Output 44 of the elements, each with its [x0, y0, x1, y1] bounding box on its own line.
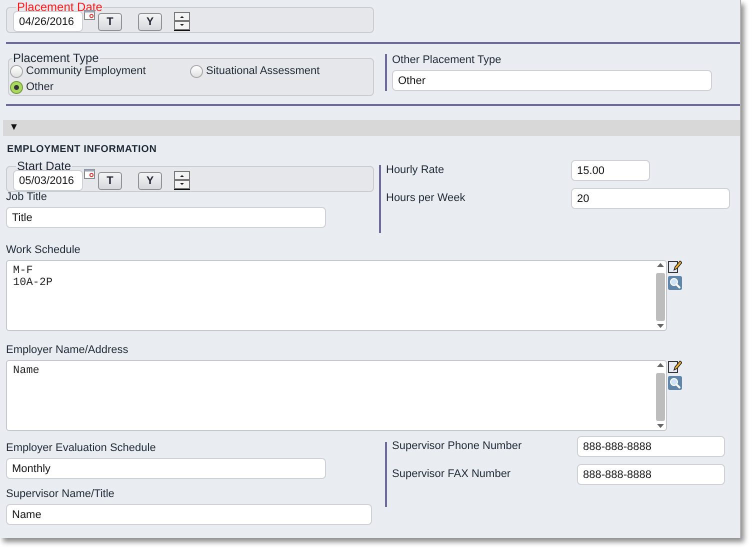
input-field[interactable]: 04/26/2016: [13, 11, 83, 32]
input-field[interactable]: Other: [392, 70, 712, 91]
field-label: Work Schedule: [6, 244, 82, 257]
field-label: Employer Evaluation Schedule: [6, 442, 157, 455]
field-label: Hourly Rate: [386, 164, 446, 177]
field-label: Supervisor Name/Title: [6, 488, 116, 501]
edit-icon[interactable]: [668, 360, 682, 373]
section-title: EMPLOYMENT INFORMATION: [7, 144, 158, 156]
input-field[interactable]: 15.00: [571, 160, 650, 181]
radio-option[interactable]: Other: [10, 79, 190, 95]
input-field[interactable]: 888-888-8888: [577, 436, 725, 457]
date-shortcut-button[interactable]: T: [98, 13, 122, 31]
date-shortcut-button[interactable]: Y: [138, 172, 162, 190]
field-label: Supervisor Phone Number: [392, 440, 523, 453]
edit-icon[interactable]: [668, 260, 682, 273]
date-shortcut-button[interactable]: T: [98, 172, 122, 190]
calendar-icon: [84, 10, 95, 20]
text-area[interactable]: Name: [6, 360, 667, 431]
input-field[interactable]: Name: [6, 504, 372, 525]
scrollbar[interactable]: [655, 261, 666, 330]
search-icon[interactable]: [668, 276, 682, 290]
field-label: Other Placement Type: [392, 54, 502, 67]
collapse-toggle[interactable]: ▼: [9, 123, 19, 133]
text-area[interactable]: M-F 10A-2P: [6, 260, 667, 331]
radio-option[interactable]: Situational Assessment: [190, 63, 370, 79]
input-field[interactable]: Title: [6, 207, 326, 228]
field-label: Hours per Week: [386, 192, 466, 205]
input-field[interactable]: 20: [571, 188, 730, 209]
spinner-button[interactable]: [174, 171, 190, 190]
group-label: Placement Type: [12, 52, 100, 64]
spinner-button[interactable]: [174, 12, 190, 31]
field-label: Job Title: [6, 191, 48, 204]
input-field[interactable]: Monthly: [6, 458, 326, 479]
radio-option[interactable]: Community Employment: [10, 63, 190, 79]
field-label: Supervisor FAX Number: [392, 468, 512, 481]
date-shortcut-button[interactable]: Y: [138, 13, 162, 31]
group-label: Start Date: [16, 160, 72, 172]
scrollbar[interactable]: [655, 361, 666, 430]
field-label: Employer Name/Address: [6, 344, 130, 357]
input-field[interactable]: 05/03/2016: [13, 170, 83, 191]
section-header[interactable]: ▼: [3, 120, 740, 136]
search-icon[interactable]: [668, 376, 682, 390]
calendar-icon: [84, 169, 95, 179]
input-field[interactable]: 888-888-8888: [577, 464, 725, 485]
